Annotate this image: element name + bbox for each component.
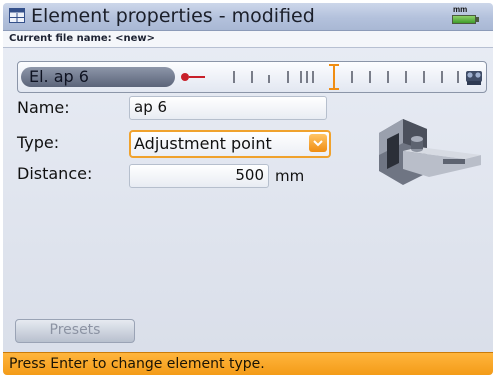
element-navigator[interactable]: El. ap 6 bbox=[17, 61, 487, 93]
name-field[interactable]: ap 6 bbox=[129, 96, 327, 120]
presets-label: Presets bbox=[49, 322, 101, 338]
element-track[interactable] bbox=[176, 62, 486, 92]
distance-unit: mm bbox=[275, 167, 305, 185]
battery-icon bbox=[452, 15, 476, 24]
status-text: Press Enter to change element type. bbox=[9, 356, 265, 372]
name-label: Name: bbox=[17, 98, 70, 117]
element-label-box[interactable]: El. ap 6 bbox=[21, 67, 175, 87]
name-value: ap 6 bbox=[134, 98, 168, 116]
chevron-down-icon bbox=[313, 140, 323, 147]
status-bar: Press Enter to change element type. bbox=[3, 352, 493, 375]
adjustment-point-illustration bbox=[379, 119, 481, 185]
track-ticks bbox=[233, 71, 459, 83]
type-select[interactable]: Adjustment point bbox=[129, 130, 331, 158]
machine-icon[interactable] bbox=[466, 71, 482, 85]
distance-label: Distance: bbox=[17, 164, 93, 183]
current-file-name: Current file name: <new> bbox=[9, 33, 156, 44]
window-title: Element properties - modified bbox=[31, 5, 315, 27]
battery-tip bbox=[476, 17, 479, 22]
pin-marker-icon[interactable] bbox=[181, 73, 205, 81]
distance-field[interactable]: 500 bbox=[129, 164, 269, 188]
type-dropdown-button[interactable] bbox=[309, 134, 327, 152]
unit-badge: mm bbox=[453, 5, 468, 14]
type-value: Adjustment point bbox=[134, 134, 272, 153]
cursor-bracket-icon[interactable] bbox=[329, 64, 339, 90]
title-bar: Element properties - modified mm bbox=[3, 3, 493, 31]
type-label: Type: bbox=[17, 133, 60, 152]
distance-value: 500 bbox=[235, 166, 264, 184]
presets-button[interactable]: Presets bbox=[15, 319, 135, 343]
screen: Element properties - modified mm Current… bbox=[3, 3, 493, 375]
element-label: El. ap 6 bbox=[29, 67, 89, 86]
window-icon bbox=[9, 8, 25, 23]
file-name-bar: Current file name: <new> bbox=[3, 31, 493, 48]
